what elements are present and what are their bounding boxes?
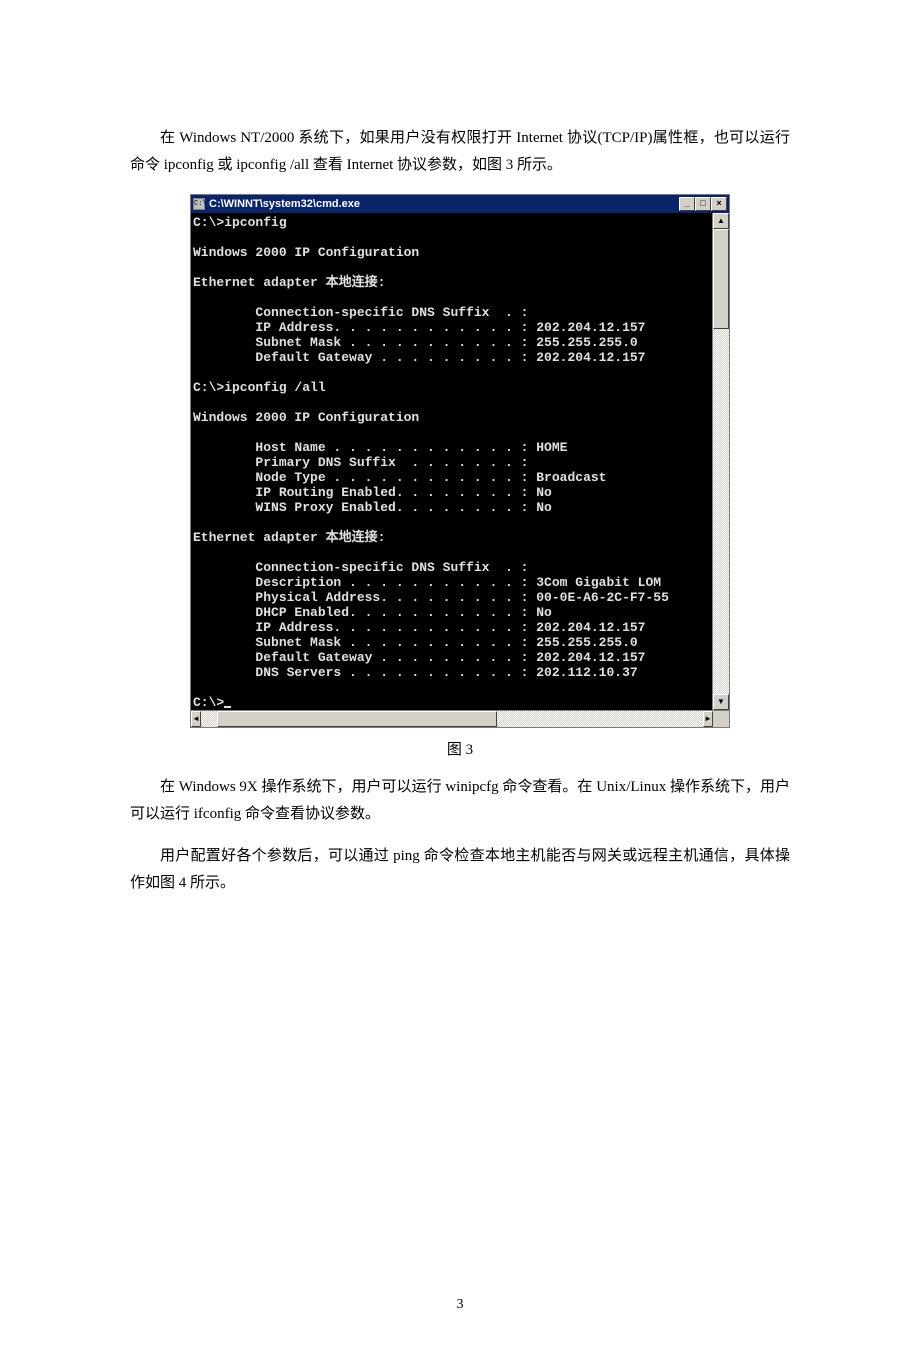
paragraph-3: 用户配置好各个参数后，可以通过 ping 命令检查本地主机能否与网关或远程主机通… <box>130 843 790 897</box>
document-page: 在 Windows NT/2000 系统下，如果用户没有权限打开 Interne… <box>0 0 920 1353</box>
cmd-icon <box>193 198 205 210</box>
horizontal-scrollbar[interactable]: ◄ ► <box>191 710 729 727</box>
terminal-window: C:\WINNT\system32\cmd.exe _ □ × C:\>ipco… <box>190 194 730 728</box>
title-left: C:\WINNT\system32\cmd.exe <box>193 198 360 210</box>
page-number: 3 <box>130 1297 790 1313</box>
terminal-output: C:\>ipconfig Windows 2000 IP Configurati… <box>191 213 712 710</box>
vertical-scrollbar[interactable]: ▲ ▼ <box>712 213 729 710</box>
scroll-track-h[interactable] <box>201 711 703 727</box>
paragraph-2: 在 Windows 9X 操作系统下，用户可以运行 winipcfg 命令查看。… <box>130 774 790 828</box>
scroll-left-button[interactable]: ◄ <box>191 711 201 727</box>
figure-caption: 图 3 <box>130 738 790 759</box>
window-buttons: _ □ × <box>679 197 727 211</box>
scroll-right-button[interactable]: ► <box>703 711 713 727</box>
minimize-button[interactable]: _ <box>679 197 695 211</box>
window-title: C:\WINNT\system32\cmd.exe <box>209 198 360 210</box>
terminal-body: C:\>ipconfig Windows 2000 IP Configurati… <box>191 213 729 710</box>
scroll-thumb-h[interactable] <box>217 711 497 727</box>
scroll-down-button[interactable]: ▼ <box>713 694 729 710</box>
maximize-button[interactable]: □ <box>695 197 711 211</box>
paragraph-1: 在 Windows NT/2000 系统下，如果用户没有权限打开 Interne… <box>130 125 790 179</box>
title-bar: C:\WINNT\system32\cmd.exe _ □ × <box>191 195 729 213</box>
terminal-screenshot: C:\WINNT\system32\cmd.exe _ □ × C:\>ipco… <box>190 194 730 728</box>
close-button[interactable]: × <box>711 197 727 211</box>
scroll-track-v[interactable] <box>713 229 729 694</box>
resize-grip-icon[interactable] <box>713 711 729 727</box>
scroll-thumb-v[interactable] <box>713 229 729 329</box>
scroll-up-button[interactable]: ▲ <box>713 213 729 229</box>
